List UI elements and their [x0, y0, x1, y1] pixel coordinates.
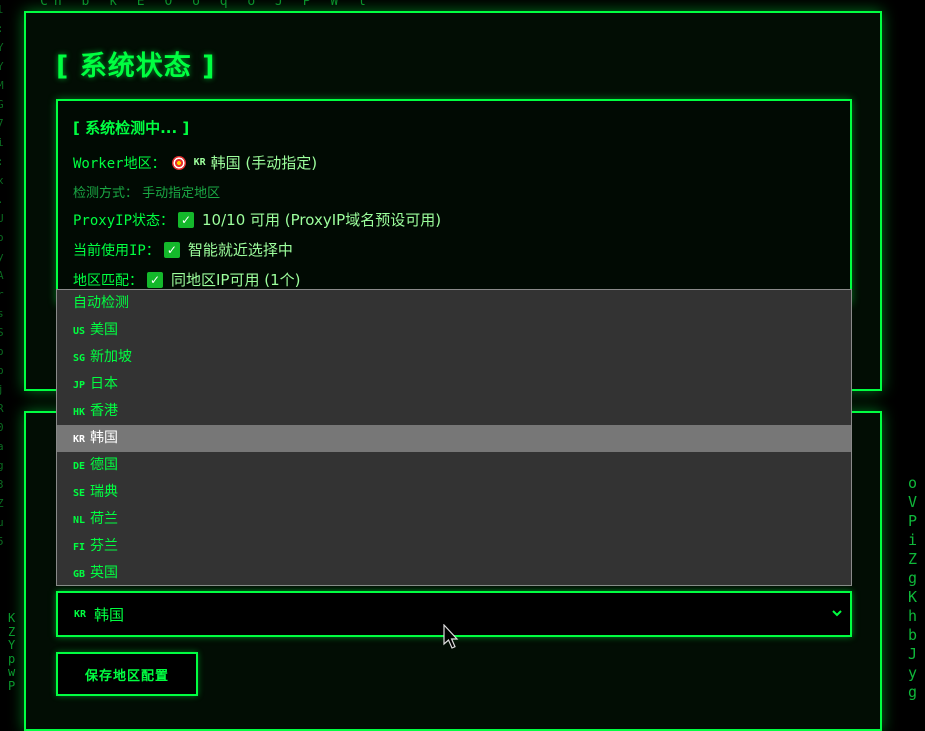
detect-method: 检测方式： 手动指定地区	[73, 186, 221, 201]
chevron-down-icon	[832, 610, 842, 617]
region-match-row: 地区匹配： ✓ 同地区IP可用 (1个)	[73, 269, 301, 290]
region-option-gb[interactable]: GB 英国	[57, 560, 851, 587]
matrix-top-row: Cn b k E O o q o J P W l	[40, 0, 372, 9]
proxyip-row: ProxyIP状态： ✓ 10/10 可用 (ProxyIP域名预设可用)	[73, 209, 441, 230]
region-option-kr[interactable]: KR 韩国	[57, 425, 851, 452]
save-region-button[interactable]: 保存地区配置	[56, 652, 198, 696]
region-option-auto[interactable]: 自动检测	[57, 290, 851, 317]
mouse-cursor-icon	[443, 624, 459, 649]
check-icon: ✓	[163, 241, 180, 258]
matrix-right-column: oVPiZgKhbJyg	[908, 474, 918, 701]
current-ip-value: 智能就近选择中	[187, 241, 293, 259]
region-option-sg[interactable]: SG 新加坡	[57, 344, 851, 371]
region-option-hk[interactable]: HK 香港	[57, 398, 851, 425]
worker-region-row: Worker地区： KR 韩国 (手动指定)	[73, 152, 317, 173]
region-dropdown-list[interactable]: 自动检测 US 美国 SG 新加坡 JP 日本 HK 香港 KR 韩国 DE 德国 SE 瑞典…	[56, 289, 852, 586]
check-icon: ✓	[147, 271, 163, 288]
region-option-se[interactable]: SE 瑞典	[57, 479, 851, 506]
matrix-left-column: l:YYMG7i:x.UoyArsSobjR0ag3Zu5	[0, 3, 4, 548]
worker-region-label: Worker地区：	[73, 155, 166, 172]
current-ip-row: 当前使用IP： ✓ 智能就近选择中	[73, 239, 293, 260]
worker-region-code: KR	[193, 157, 206, 168]
current-ip-label: 当前使用IP：	[73, 242, 160, 259]
status-heading: [ 系统检测中... ]	[73, 119, 190, 137]
region-select-code: KR	[74, 608, 87, 620]
region-match-value: 同地区IP可用 (1个)	[171, 271, 301, 289]
region-match-label: 地区匹配：	[73, 272, 143, 289]
region-option-us[interactable]: US 美国	[57, 317, 851, 344]
worker-region-value: 韩国 (手动指定)	[210, 154, 318, 172]
proxyip-label: ProxyIP状态：	[73, 212, 175, 229]
page-title: [ 系统状态 ]	[56, 51, 216, 82]
matrix-left-bottom-column: KZYpwP	[8, 611, 16, 693]
region-option-de[interactable]: DE 德国	[57, 452, 851, 479]
region-select-label: 韩国	[94, 605, 125, 624]
region-option-nl[interactable]: NL 荷兰	[57, 506, 851, 533]
target-icon	[171, 155, 186, 170]
region-option-fi[interactable]: FI 芬兰	[57, 533, 851, 560]
check-icon: ✓	[178, 211, 195, 228]
proxyip-value: 10/10 可用 (ProxyIP域名预设可用)	[202, 211, 442, 229]
region-option-jp[interactable]: JP 日本	[57, 371, 851, 398]
